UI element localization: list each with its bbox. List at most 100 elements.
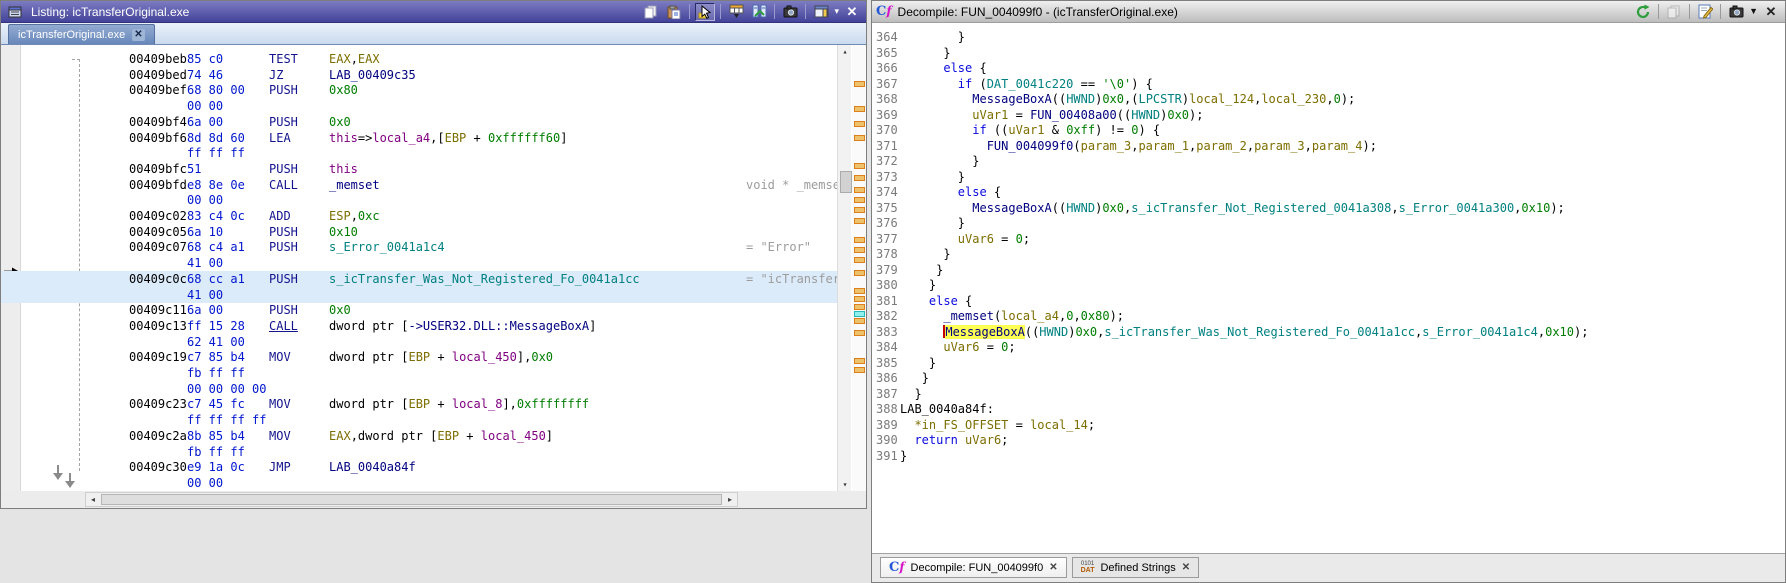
- listing-row[interactable]: 41 00: [1, 287, 837, 303]
- listing-row[interactable]: 00 00: [1, 98, 837, 114]
- listing-row[interactable]: 00409bef68 80 00PUSH0x80: [1, 82, 837, 98]
- listing-row[interactable]: 00 00: [1, 192, 837, 208]
- listing-row[interactable]: 41 00: [1, 255, 837, 271]
- clone-window-icon[interactable]: [811, 3, 831, 21]
- decompile-line[interactable]: 367 if (DAT_0041c220 == '\0') {: [872, 76, 1153, 92]
- analysis-marker[interactable]: [854, 218, 865, 224]
- decompile-line[interactable]: 365 }: [872, 45, 951, 61]
- decompile-line[interactable]: 369 uVar1 = FUN_00408a00((HWND)0x0);: [872, 107, 1204, 123]
- scroll-down-icon[interactable]: ▾: [838, 480, 852, 489]
- analysis-marker[interactable]: [854, 358, 865, 364]
- decompile-line[interactable]: 378 }: [872, 246, 951, 262]
- listing-row[interactable]: 00409c19c7 85 b4MOVdword ptr [EBP + loca…: [1, 349, 837, 365]
- listing-view[interactable]: 00409beb85 c0TESTEAX,EAX00409bed74 46JZL…: [1, 45, 866, 491]
- close-icon[interactable]: ✕: [1761, 3, 1781, 21]
- tab-ictransferoriginal[interactable]: icTransferOriginal.exe ✕: [8, 24, 155, 44]
- decompile-line[interactable]: 389 *in_FS_OFFSET = local_14;: [872, 417, 1095, 433]
- listing-row[interactable]: 00409bed74 46JZLAB_00409c35: [1, 67, 837, 83]
- tab-close-icon[interactable]: ✕: [1049, 562, 1057, 573]
- analysis-marker[interactable]: [854, 288, 865, 294]
- listing-row[interactable]: 00409c23c7 45 fcMOVdword ptr [EBP + loca…: [1, 396, 837, 412]
- decompile-view[interactable]: 364 }365 }366 else {367 if (DAT_0041c220…: [872, 23, 1785, 553]
- listing-row[interactable]: ff ff ff ff: [1, 412, 837, 428]
- scrollbar-thumb[interactable]: [840, 171, 852, 193]
- decompile-line[interactable]: 371 FUN_004099f0(param_3,param_1,param_2…: [872, 138, 1377, 154]
- analysis-marker[interactable]: [854, 207, 865, 213]
- scroll-left-icon[interactable]: ◂: [86, 493, 100, 506]
- tab-decompile[interactable]: Cf Decompile: FUN_004099f0 ✕: [880, 557, 1067, 578]
- decompile-line[interactable]: 366 else {: [872, 60, 987, 76]
- dropdown-caret-icon[interactable]: ▾: [834, 7, 839, 16]
- listing-horizontal-scrollbar[interactable]: ◂ ▸: [85, 492, 738, 507]
- decompile-line[interactable]: 382 _memset(local_a4,0,0x80);: [872, 308, 1124, 324]
- decompile-line[interactable]: 374 else {: [872, 184, 1001, 200]
- analysis-marker[interactable]: [854, 296, 865, 302]
- snapshot-table-icon[interactable]: [726, 3, 746, 21]
- listing-row[interactable]: 00 00: [1, 475, 837, 491]
- listing-row[interactable]: fb ff ff: [1, 444, 837, 460]
- analysis-marker[interactable]: [854, 121, 865, 127]
- dropdown-caret-icon[interactable]: ▼: [1749, 7, 1758, 16]
- analysis-marker[interactable]: [854, 247, 865, 253]
- camera-icon[interactable]: [780, 3, 800, 21]
- tab-close-icon[interactable]: ✕: [132, 29, 144, 41]
- scroll-up-icon[interactable]: ▴: [838, 47, 852, 56]
- listing-row[interactable]: 00409c0768 c4 a1PUSHs_Error_0041a1c4= "E…: [1, 239, 837, 255]
- analysis-marker[interactable]: [854, 270, 865, 276]
- listing-row[interactable]: 00409bf46a 00PUSH0x0: [1, 114, 837, 130]
- cursor-location-icon[interactable]: [695, 3, 715, 21]
- decompile-line[interactable]: 373 }: [872, 169, 965, 185]
- analysis-marker[interactable]: [854, 367, 865, 373]
- paste-icon[interactable]: [664, 3, 684, 21]
- listing-row[interactable]: 00409c30e9 1a 0cJMPLAB_0040a84f: [1, 459, 837, 475]
- analysis-marker[interactable]: [854, 330, 865, 336]
- decompile-line[interactable]: 385 }: [872, 355, 936, 371]
- decompile-line[interactable]: 372 }: [872, 153, 979, 169]
- listing-row[interactable]: 62 41 00: [1, 334, 837, 350]
- diff-view-icon[interactable]: [749, 3, 769, 21]
- scrollbar-thumb[interactable]: [101, 494, 722, 505]
- listing-row[interactable]: ff ff ff: [1, 145, 837, 161]
- analysis-marker[interactable]: [854, 106, 865, 112]
- decompile-line[interactable]: 376 }: [872, 215, 965, 231]
- close-icon[interactable]: ✕: [842, 3, 862, 21]
- decompile-line[interactable]: 370 if ((uVar1 & 0xff) != 0) {: [872, 122, 1160, 138]
- analysis-marker-strip[interactable]: [852, 45, 866, 491]
- listing-row[interactable]: 00409c0283 c4 0cADDESP,0xc: [1, 208, 837, 224]
- decompile-line[interactable]: 379 }: [872, 262, 943, 278]
- decompile-line[interactable]: 390 return uVar6;: [872, 432, 1008, 448]
- analysis-marker[interactable]: [854, 187, 865, 193]
- listing-vertical-scrollbar[interactable]: ▴ ▾: [837, 45, 851, 491]
- listing-row[interactable]: 00409c0c68 cc a1PUSHs_icTransfer_Was_Not…: [1, 271, 837, 287]
- decompile-line[interactable]: 384 uVar6 = 0;: [872, 339, 1016, 355]
- decompile-line[interactable]: 388LAB_0040a84f:: [872, 401, 994, 417]
- listing-row[interactable]: 00409c2a8b 85 b4MOVEAX,dword ptr [EBP + …: [1, 428, 837, 444]
- listing-row[interactable]: 00409bfc51PUSHthis: [1, 161, 837, 177]
- listing-row[interactable]: 00 00 00 00: [1, 381, 837, 397]
- analysis-marker[interactable]: [854, 257, 865, 263]
- decompile-line[interactable]: 368 MessageBoxA((HWND)0x0,(LPCSTR)local_…: [872, 91, 1355, 107]
- analysis-marker[interactable]: [854, 135, 865, 141]
- decompile-line[interactable]: 381 else {: [872, 293, 972, 309]
- listing-row[interactable]: 00409bf68d 8d 60LEAthis=>local_a4,[EBP +…: [1, 130, 837, 146]
- decompile-line[interactable]: 364 }: [872, 29, 965, 45]
- decompile-line[interactable]: 375 MessageBoxA((HWND)0x0,s_icTransfer_N…: [872, 200, 1565, 216]
- tab-close-icon[interactable]: ✕: [1182, 562, 1190, 573]
- analysis-marker[interactable]: [854, 318, 865, 324]
- listing-row[interactable]: 00409beb85 c0TESTEAX,EAX: [1, 51, 837, 67]
- listing-row[interactable]: 00409c116a 00PUSH0x0: [1, 302, 837, 318]
- analysis-marker[interactable]: [854, 175, 865, 181]
- analysis-marker[interactable]: [854, 237, 865, 243]
- listing-row[interactable]: 00409c13ff 15 28CALLdword ptr [->USER32.…: [1, 318, 837, 334]
- edit-icon[interactable]: [1695, 3, 1715, 21]
- decompile-line[interactable]: 386 }: [872, 370, 929, 386]
- decompile-line[interactable]: 387 }: [872, 386, 922, 402]
- copy-icon[interactable]: [1664, 3, 1684, 21]
- analysis-marker[interactable]: [854, 197, 865, 203]
- camera-icon[interactable]: [1726, 3, 1746, 21]
- decompile-line[interactable]: 383 MessageBoxA((HWND)0x0,s_icTransfer_W…: [872, 324, 1588, 340]
- analysis-marker[interactable]: [854, 304, 865, 310]
- copy-icon[interactable]: [641, 3, 661, 21]
- analysis-marker[interactable]: [854, 81, 865, 87]
- listing-row[interactable]: 00409bfde8 8e 0eCALL_memsetvoid * _memse: [1, 177, 837, 193]
